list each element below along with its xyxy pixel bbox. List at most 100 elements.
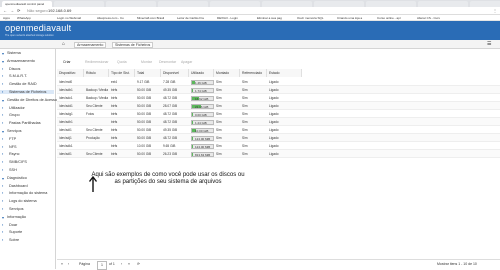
used-bar-cell: 21.16 GiB [189,102,214,110]
usage-bar: 21.16 GiB [191,103,214,109]
sidebar-item[interactable]: ▾ Sistema [2,51,21,56]
refresh-icon[interactable]: ⟳ [137,260,140,269]
sidebar-item[interactable]: ▪ FTP [2,137,16,141]
sidebar-item[interactable]: ▪ Sobre [2,238,19,242]
sidebar-item[interactable]: ▪ NFS [2,145,17,149]
sidebar-item[interactable]: ▪ Doar [2,223,17,227]
toolbar-button[interactable]: Apagar [181,60,192,64]
breadcrumb-parent[interactable]: Armazenamento [74,42,107,48]
table-cell-type: btrfs [111,120,118,124]
sidebar-item[interactable]: ▪ Dashboard [2,184,28,188]
toolbar-button[interactable]: Montar [141,60,152,64]
usage-bar: 1.74 GiB [191,87,214,93]
column-header[interactable]: Referenciado [240,69,267,77]
table-cell-mounted: Sim [216,104,222,108]
table-cell-total: 50.00 GiB [137,88,152,92]
url-text[interactable]: 192.168.0.69 [48,7,71,15]
sidebar-item[interactable]: ▪ Informação do sistema [2,191,47,195]
column-header[interactable]: Utilizado [189,69,214,77]
table-cell-state: Ligado [269,112,279,116]
table-cell-label: Backup / Media [86,88,108,92]
sidebar-item[interactable]: ▪ Sistemas de Ficheiros [0,90,54,94]
nav-item-icon: ▪ [2,168,4,172]
table-cell-label: Seu Cliente [86,128,103,132]
sidebar-item[interactable]: ▾ Serviços [2,129,22,134]
table-cell-state: Ligado [269,128,279,132]
sidebar-item[interactable]: ▾ Gestão de Direitos de Acesso [2,98,57,103]
user-icon[interactable]: ☰ [487,41,491,47]
column-header[interactable]: Estado [267,69,302,77]
table-cell-mounted: Sim [216,112,222,116]
table-cell-device: /dev/sdh1 [59,120,73,124]
used-bar-cell: 16.92 GiB [189,94,214,102]
sidebar-item[interactable]: ▪ SMB/CIFS [2,160,27,164]
sidebar-item[interactable]: ▪ Pastas Partilhadas [2,121,41,125]
sidebar-item[interactable]: ▪ Gestão de RAID [2,82,37,87]
sidebar-item[interactable]: ▪ S.M.A.R.T. [2,74,28,79]
nav-item-icon: ▪ [2,191,4,196]
sidebar-item-label: Sistema [7,51,21,55]
column-header[interactable]: Disponível [161,69,189,77]
first-page-icon[interactable]: « [61,260,63,269]
breadcrumb: ⌂ Armazenamento Sistemas de Ficheiros ☰ [0,40,500,49]
address-bar[interactable]: ← → ⟳ Não seguro 192.168.0.69 ⋮ [0,7,500,15]
usage-fill [192,152,193,156]
toolbar-button[interactable]: Desmontar [159,60,176,64]
sidebar-item-label: S.M.A.R.T. [9,74,28,79]
table-cell-avail: 49.35 GiB [163,128,178,132]
sidebar-item[interactable]: ▾ Diagnóstico [2,175,27,181]
pager: « ‹ Página 1 of 1 › » ⟳ Mostrar itens 1 … [57,259,500,270]
last-page-icon[interactable]: » [128,260,130,269]
brand-header [0,21,500,40]
sidebar-item[interactable]: ▪ SSH [2,168,17,172]
sidebar-item[interactable]: ▪ Suporte [2,230,22,234]
table-cell-device: /dev/sdk1 [59,144,73,148]
table-cell-label: Fotos [86,112,94,116]
back-icon[interactable]: ← [3,7,7,15]
column-header[interactable]: Dispositivo [57,69,84,77]
column-header[interactable]: Tipo de Sist. [109,69,135,77]
breadcrumb-current[interactable]: Sistemas de Ficheiros [112,42,154,48]
column-header[interactable]: Rótulo [84,69,109,77]
table-cell-type: btrfs [111,96,118,100]
table-cell-mounted: Sim [216,136,222,140]
home-icon[interactable]: ⌂ [62,41,65,47]
prev-page-icon[interactable]: ‹ [68,260,69,269]
sidebar-item[interactable]: ▪ Logs do sistema [2,199,37,203]
sidebar-item[interactable]: ▾ Informação [2,215,26,220]
nav-item-icon: ▪ [2,238,4,243]
table-cell-avail: 9.65 GiB [163,144,176,148]
toolbar-button[interactable]: Redimensionar [85,60,109,64]
column-header[interactable]: Total [135,69,161,77]
sidebar-item[interactable]: ▪ Serviços [2,207,24,211]
sidebar-item[interactable]: ▪ Grupo [2,113,20,117]
sidebar-item-label: Gestão de RAID [9,82,37,87]
table-cell-ref: Sim [242,96,248,100]
column-header[interactable]: Montado [214,69,240,77]
sidebar-item[interactable]: ▪ Discos [2,67,20,71]
table-cell-mounted: Sim [216,80,222,84]
used-bar-cell: 1.74 GiB [189,86,214,94]
toolbar-button[interactable]: Criar [63,60,71,64]
usage-fill [192,120,193,124]
menu-icon[interactable]: ⋮ [493,7,497,15]
forward-icon[interactable]: → [10,7,14,15]
next-page-icon[interactable]: › [121,260,122,269]
usage-bar: 813.63 MiB [191,151,214,157]
nav-group-icon: ▾ [2,130,4,134]
sidebar-item[interactable]: ▪ Utilizador [2,106,25,110]
usage-text: 1.24 GiB [195,120,207,125]
table-cell-state: Ligado [269,104,279,108]
reload-icon[interactable]: ⟳ [17,7,20,15]
table-cell-label: Produção [86,136,100,140]
toolbar-button[interactable]: Quota [117,60,127,64]
sidebar-item-label: Diagnóstico [7,175,27,180]
sidebar-item[interactable]: ▪ Rsync [2,152,20,156]
table-cell-state: Ligado [269,120,279,124]
nav-item-icon: ▪ [2,82,4,87]
table-cell-total: 50.00 GiB [137,96,152,100]
sidebar-item[interactable]: ▾ Armazenamento [2,59,35,64]
table-cell-type: btrfs [111,104,118,108]
sidebar-item-label: SSH [9,168,17,172]
sidebar-item-label: Serviços [7,129,22,133]
